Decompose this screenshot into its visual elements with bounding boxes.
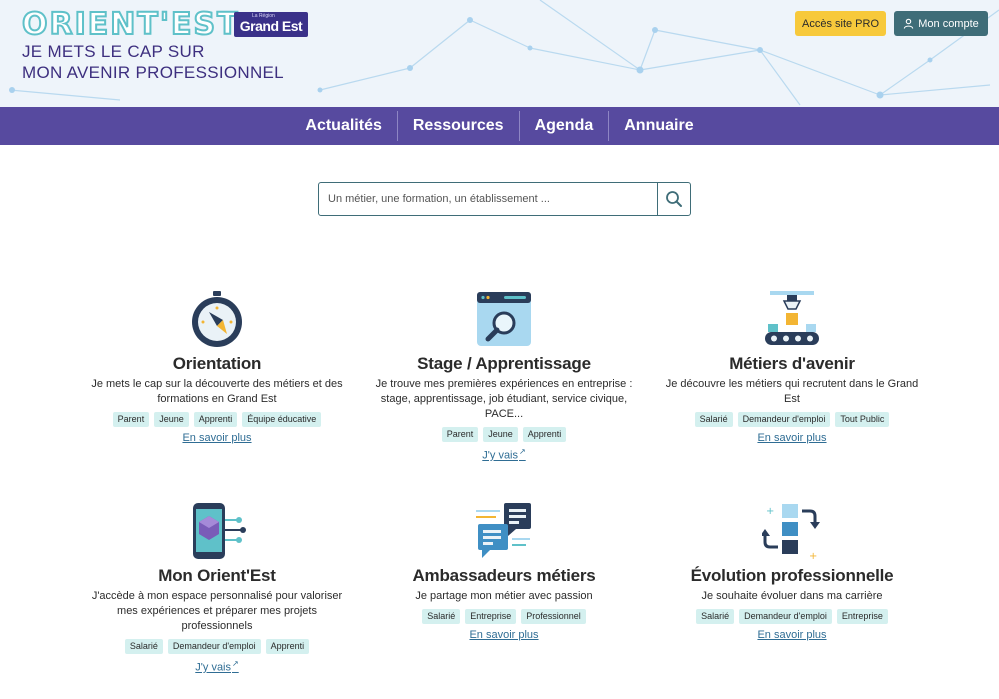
account-button-label: Mon compte [918, 17, 979, 30]
region-logo-text: Grand Est [239, 18, 303, 34]
svg-text:+: + [766, 506, 774, 517]
mon-orientest-link[interactable]: J'y vais↗ [195, 659, 238, 674]
card-description: Je trouve mes premières expériences en e… [375, 378, 633, 420]
external-link-icon: ↗ [519, 447, 526, 456]
stage-apprentissage-link[interactable]: J'y vais↗ [482, 447, 525, 462]
card-evolution-professionnelle: + + Évolution professionnelle Je souhait… [657, 502, 927, 643]
nav-annuaire[interactable]: Annuaire [609, 111, 708, 141]
tag: Salarié [694, 412, 733, 427]
card-metiers-avenir: Métiers d'avenir Je découvre les métiers… [657, 290, 927, 446]
card-tags: Salarié Entreprise Professionnel [369, 609, 639, 624]
card-description: J'accède à mon espace personnalisé pour … [91, 590, 343, 632]
search-input[interactable] [319, 183, 657, 215]
card-title: Stage / Apprentissage [417, 354, 591, 373]
card-tags: Salarié Demandeur d'emploi Entreprise [657, 609, 927, 624]
tag: Parent [112, 412, 150, 427]
card-title: Orientation [172, 354, 262, 373]
tag: Entreprise [465, 609, 517, 624]
tag: Équipe éducative [242, 412, 322, 427]
brand[interactable]: ORIENT'EST [21, 7, 240, 43]
tag: Salarié [696, 609, 735, 624]
tag: Salarié [422, 609, 461, 624]
card-tags: Salarié Demandeur d'emploi Tout Public [657, 412, 927, 427]
external-link-icon: ↗ [232, 659, 239, 668]
card-tags: Parent Jeune Apprenti [369, 427, 639, 442]
card-title: Métiers d'avenir [729, 354, 855, 373]
main-nav: Actualités Ressources Agenda Annuaire [0, 107, 999, 145]
tag: Apprenti [522, 427, 567, 442]
pro-site-button[interactable]: Accès site PRO [795, 11, 886, 36]
chat-bubbles-icon [476, 503, 531, 558]
smartphone-cube-icon [193, 503, 246, 559]
card-description: Je souhaite évoluer dans ma carrière [701, 590, 883, 602]
card-orientation: Orientation Je mets le cap sur la découv… [82, 290, 352, 446]
search-icon [666, 191, 682, 207]
region-grand-est-logo[interactable]: La Région Grand Est [234, 12, 308, 37]
tag: Jeune [483, 427, 518, 442]
card-title: Ambassadeurs métiers [412, 566, 596, 585]
ambassadeurs-metiers-link[interactable]: En savoir plus [469, 629, 538, 641]
search-bar [318, 182, 691, 216]
card-description: Je mets le cap sur la découverte des mét… [91, 378, 343, 405]
card-description: Je découvre les métiers qui recrutent da… [665, 378, 919, 405]
card-ambassadeurs-metiers: Ambassadeurs métiers Je partage mon méti… [369, 502, 639, 643]
evolution-professionnelle-link[interactable]: En savoir plus [757, 629, 826, 641]
metiers-avenir-link[interactable]: En savoir plus [757, 432, 826, 444]
tag: Professionnel [521, 609, 586, 624]
tagline-line-2: MON AVENIR PROFESSIONNEL [22, 63, 284, 82]
tag: Tout Public [835, 412, 890, 427]
tag: Entreprise [836, 609, 888, 624]
tag: Parent [441, 427, 479, 442]
account-button[interactable]: Mon compte [894, 11, 988, 36]
tagline-line-1: JE METS LE CAP SUR [22, 42, 205, 61]
card-tags: Parent Jeune Apprenti Équipe éducative [82, 412, 352, 427]
browser-magnifier-icon [477, 292, 531, 346]
tag: Demandeur d'emploi [167, 639, 261, 654]
user-icon [904, 18, 914, 29]
orientation-link[interactable]: En savoir plus [182, 432, 251, 444]
search-button[interactable] [657, 183, 690, 215]
card-title: Évolution professionnelle [690, 566, 894, 585]
career-arrows-icon: + + [762, 504, 820, 562]
nav-actualites[interactable]: Actualités [290, 111, 398, 141]
card-stage-apprentissage: Stage / Apprentissage Je trouve mes prem… [369, 290, 639, 464]
site-header: ORIENT'EST La Région Grand Est JE METS L… [0, 0, 999, 107]
nav-ressources[interactable]: Ressources [398, 111, 520, 141]
tag: Apprenti [265, 639, 310, 654]
card-description: Je partage mon métier avec passion [415, 590, 593, 602]
robotic-arm-icon [765, 291, 819, 345]
tag: Apprenti [193, 412, 238, 427]
link-label: J'y vais [195, 661, 231, 674]
card-mon-orientest: Mon Orient'Est J'accède à mon espace per… [82, 502, 352, 676]
link-label: J'y vais [482, 449, 518, 462]
compass-icon [192, 291, 242, 347]
tag: Salarié [124, 639, 163, 654]
tagline: JE METS LE CAP SUR MON AVENIR PROFESSION… [22, 41, 284, 83]
tag: Demandeur d'emploi [739, 609, 832, 624]
tag: Demandeur d'emploi [737, 412, 831, 427]
tag: Jeune [154, 412, 189, 427]
orientest-logo[interactable]: ORIENT'EST [21, 7, 240, 43]
card-title: Mon Orient'Est [158, 566, 276, 585]
svg-text:+: + [809, 551, 817, 562]
nav-agenda[interactable]: Agenda [520, 111, 610, 141]
card-tags: Salarié Demandeur d'emploi Apprenti [82, 639, 352, 654]
